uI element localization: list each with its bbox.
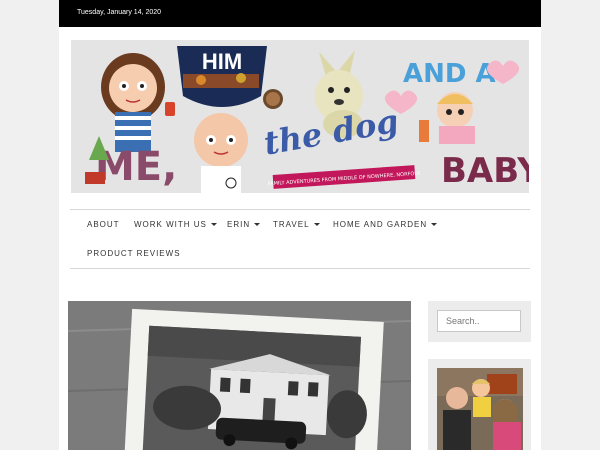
nav-item-work-with-us[interactable]: WORK WITH US <box>134 220 217 229</box>
and-a-text: AND A <box>403 59 496 89</box>
him-text: HIM <box>202 49 242 74</box>
top-bar: Tuesday, January 14, 2020 <box>59 0 541 27</box>
chevron-down-icon <box>313 223 320 227</box>
nav-item-about[interactable]: ABOUT <box>87 220 120 229</box>
nav-item-home-and-garden-label: HOME AND GARDEN <box>333 220 428 229</box>
chevron-down-icon <box>254 223 261 227</box>
nav-item-home-and-garden[interactable]: HOME AND GARDEN <box>333 220 438 229</box>
baby-text: BABY! <box>441 151 529 191</box>
featured-photo-illustration <box>68 301 411 450</box>
nav-item-erin[interactable]: ERIN <box>227 220 261 229</box>
him-shield: HIM <box>177 46 267 107</box>
nav-item-about-label: ABOUT <box>87 220 120 229</box>
header-banner[interactable]: HIM the dog ME, AND A BABY! <box>71 40 529 193</box>
nav-item-travel-label: TRAVEL <box>273 220 310 229</box>
family-photo[interactable] <box>437 368 523 450</box>
nav-item-product-reviews[interactable]: PRODUCT REVIEWS <box>87 249 181 258</box>
nav-item-work-with-us-label: WORK WITH US <box>134 220 207 229</box>
nav-item-erin-label: ERIN <box>227 220 251 229</box>
nav-divider-bottom <box>70 268 530 269</box>
search-input[interactable] <box>437 310 521 332</box>
nav-divider-top <box>70 209 530 210</box>
man-illustration <box>194 113 248 193</box>
top-bar-date: Tuesday, January 14, 2020 <box>77 9 162 16</box>
featured-post-image[interactable] <box>68 301 411 450</box>
chevron-down-icon <box>431 223 438 227</box>
nav-item-product-reviews-label: PRODUCT REVIEWS <box>87 249 181 258</box>
nav-item-travel[interactable]: TRAVEL <box>273 220 320 229</box>
family-photo-illustration <box>437 368 523 450</box>
chevron-down-icon <box>210 223 217 227</box>
header-banner-illustration: HIM the dog ME, AND A BABY! <box>71 40 529 193</box>
me-text: ME, <box>95 144 177 190</box>
